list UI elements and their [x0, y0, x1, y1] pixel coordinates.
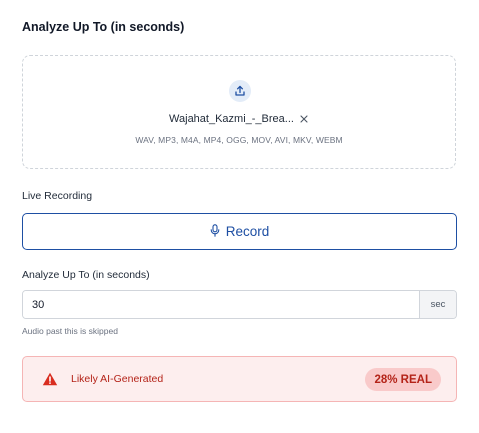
upload-section-title: Analyze Up To (in seconds)	[22, 20, 185, 34]
record-button[interactable]: Record	[22, 213, 457, 250]
file-name: Wajahat_Kazmi_-_Brea...	[169, 113, 294, 125]
analyzer-panel: Analyze Up To (in seconds) Wajahat_Kazmi…	[0, 0, 479, 433]
record-button-label: Record	[225, 224, 270, 239]
analyze-seconds-input[interactable]	[23, 291, 419, 318]
result-verdict: Likely AI-Generated	[71, 373, 164, 385]
analyze-duration-label: Analyze Up To (in seconds)	[22, 269, 150, 281]
result-score-badge: 28% REAL	[365, 368, 441, 391]
seconds-unit: sec	[419, 291, 456, 318]
warning-icon	[42, 372, 58, 391]
analyze-duration-group: sec	[22, 290, 457, 319]
selected-file: Wajahat_Kazmi_-_Brea...	[23, 113, 455, 125]
result-alert: Likely AI-Generated 28% REAL	[22, 356, 457, 402]
file-dropzone[interactable]: Wajahat_Kazmi_-_Brea... WAV, MP3, M4A, M…	[22, 55, 456, 169]
close-icon[interactable]	[300, 115, 309, 124]
analyze-hint: Audio past this is skipped	[22, 326, 118, 336]
upload-icon[interactable]	[229, 80, 251, 102]
microphone-icon	[210, 223, 220, 240]
live-recording-label: Live Recording	[22, 190, 93, 202]
supported-formats: WAV, MP3, M4A, MP4, OGG, MOV, AVI, MKV, …	[135, 135, 343, 145]
